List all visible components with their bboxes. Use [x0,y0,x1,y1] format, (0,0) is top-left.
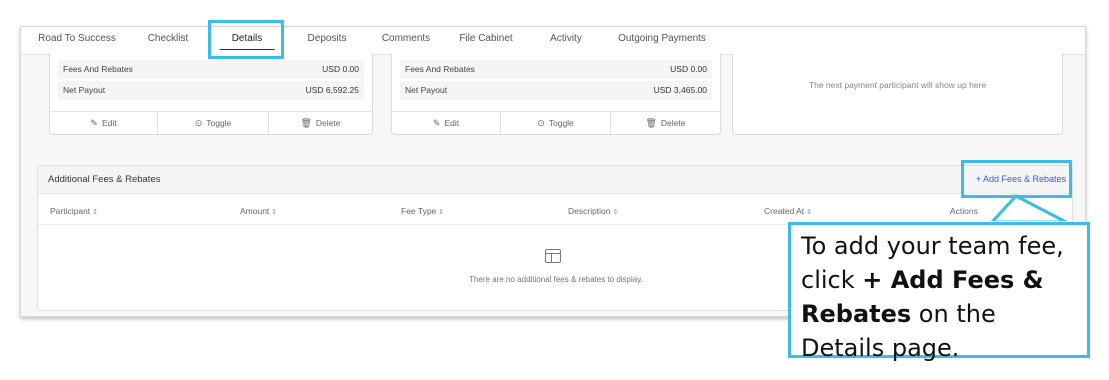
tab-road-to-success[interactable]: Road To Success [38,27,116,54]
column-header-created-at[interactable]: Created At ⇕ [764,206,812,216]
edit-label: Edit [101,118,117,128]
edit-button[interactable]: ✎ Edit [50,112,158,134]
participant-card: Fees And Rebates USD 0.00 Net Payout USD… [391,54,721,135]
fees-header: Additional Fees & Rebates + Add Fees & R… [38,166,1072,194]
toggle-icon: ⊙ [194,118,203,128]
column-header-fee-type[interactable]: Fee Type ⇕ [401,206,444,216]
row-value: USD 0.00 [322,64,359,74]
column-label: Created At [764,206,805,216]
row-label: Fees And Rebates [63,64,133,74]
card-actions: ✎ Edit ⊙ Toggle 🗑 Delete [50,111,372,134]
row-value: USD 0.00 [670,64,707,74]
row-label: Net Payout [63,85,106,95]
card-actions: ✎ Edit ⊙ Toggle 🗑 Delete [392,111,720,134]
column-header-description[interactable]: Description ⇕ [568,206,618,216]
fees-and-rebates-row: Fees And Rebates USD 0.00 [400,60,712,79]
toggle-label: Toggle [206,118,232,128]
delete-label: Delete [660,118,686,128]
column-header-amount[interactable]: Amount ⇕ [240,206,277,216]
row-label: Net Payout [405,85,448,95]
sort-icon: ⇕ [438,209,445,216]
tab-file-cabinet[interactable]: File Cabinet [459,27,512,54]
column-header-actions: Actions [950,206,978,216]
row-label: Fees And Rebates [405,64,475,74]
tab-deposits[interactable]: Deposits [308,27,347,54]
toggle-icon: ⊙ [537,118,545,128]
column-label: Amount [240,206,270,216]
pencil-icon: ✎ [432,118,441,128]
edit-label: Edit [444,118,460,128]
column-header-participant[interactable]: Participant ⇕ [50,206,98,216]
placeholder-text: The next payment participant will show u… [808,80,987,90]
toggle-label: Toggle [548,118,574,128]
delete-label: Delete [315,118,341,128]
column-label: Fee Type [401,206,437,216]
pencil-icon: ✎ [90,118,98,128]
tab-bar: Road To Success Checklist Details Deposi… [21,27,1085,55]
tab-activity[interactable]: Activity [550,27,582,54]
sort-icon: ⇕ [92,209,99,216]
trash-icon: 🗑 [645,118,657,128]
tab-checklist[interactable]: Checklist [148,27,189,54]
column-label: Description [568,206,611,216]
fees-and-rebates-row: Fees And Rebates USD 0.00 [58,60,364,79]
sort-icon: ⇕ [806,209,813,216]
add-fees-highlight [961,160,1072,198]
delete-button[interactable]: 🗑 Delete [611,112,720,134]
sort-icon: ⇕ [271,209,278,216]
column-label: Participant [50,206,91,216]
fees-title: Additional Fees & Rebates [48,174,161,185]
tab-outgoing-payments[interactable]: Outgoing Payments [618,27,706,54]
details-tab-highlight [208,20,284,59]
toggle-button[interactable]: ⊙ Toggle [158,112,269,134]
next-participant-placeholder: The next payment participant will show u… [732,54,1063,135]
delete-button[interactable]: 🗑 Delete [269,112,372,134]
row-value: USD 6,592.25 [305,85,359,95]
trash-icon: 🗑 [300,118,312,128]
row-value: USD 3,465.00 [653,85,707,95]
sort-icon: ⇕ [612,209,619,216]
net-payout-row: Net Payout USD 3,465.00 [400,81,712,100]
net-payout-row: Net Payout USD 6,592.25 [58,81,364,100]
table-icon [545,249,561,263]
tab-comments[interactable]: Comments [382,27,430,54]
instruction-callout: To add your team fee, click + Add Fees &… [788,222,1090,362]
participant-card: Fees And Rebates USD 0.00 Net Payout USD… [49,54,373,135]
edit-button[interactable]: ✎ Edit [392,112,501,134]
toggle-button[interactable]: ⊙ Toggle [501,112,611,134]
